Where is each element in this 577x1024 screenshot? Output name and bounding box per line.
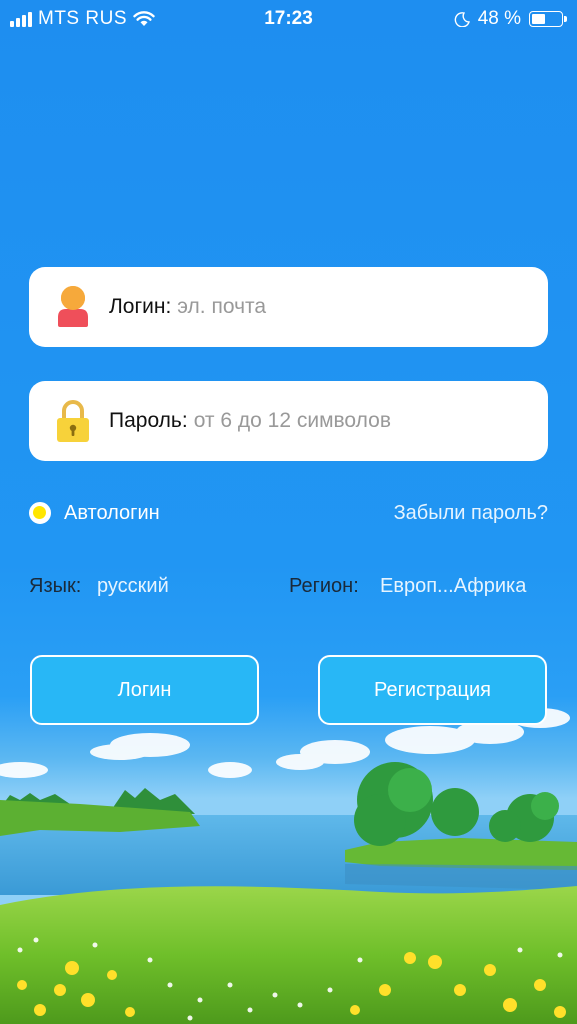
status-right: 48 % [454, 8, 567, 30]
status-bar: MTS RUS 17:23 48 % [0, 0, 577, 36]
password-label: Пароль: [109, 409, 188, 432]
language-label: Язык: [29, 575, 82, 597]
login-input[interactable] [177, 295, 548, 319]
battery-percent: 48 % [477, 8, 521, 29]
user-icon [55, 285, 91, 329]
moon-icon [454, 12, 470, 27]
autologin-label[interactable]: Автологин [64, 502, 160, 525]
battery-icon [529, 11, 567, 27]
password-field[interactable]: Пароль: [29, 381, 548, 461]
language-value[interactable]: русский [97, 575, 169, 598]
settings-row: Язык: русский Регион: Европ...Африка [29, 575, 548, 599]
password-input[interactable] [193, 409, 548, 433]
region-value[interactable]: Европ...Африка [380, 575, 526, 598]
lock-icon [55, 399, 91, 443]
login-field[interactable]: Логин: [29, 267, 548, 347]
register-button[interactable]: Регистрация [318, 655, 547, 725]
login-button[interactable]: Логин [30, 655, 259, 725]
options-row: Автологин Забыли пароль? [29, 502, 548, 526]
region-label: Регион: [289, 575, 359, 597]
radio-selected-dot [33, 506, 46, 519]
island-trees [354, 762, 554, 846]
autologin-radio[interactable] [29, 502, 51, 524]
forgot-password-link[interactable]: Забыли пароль? [394, 502, 548, 525]
login-label: Логин: [109, 295, 172, 318]
